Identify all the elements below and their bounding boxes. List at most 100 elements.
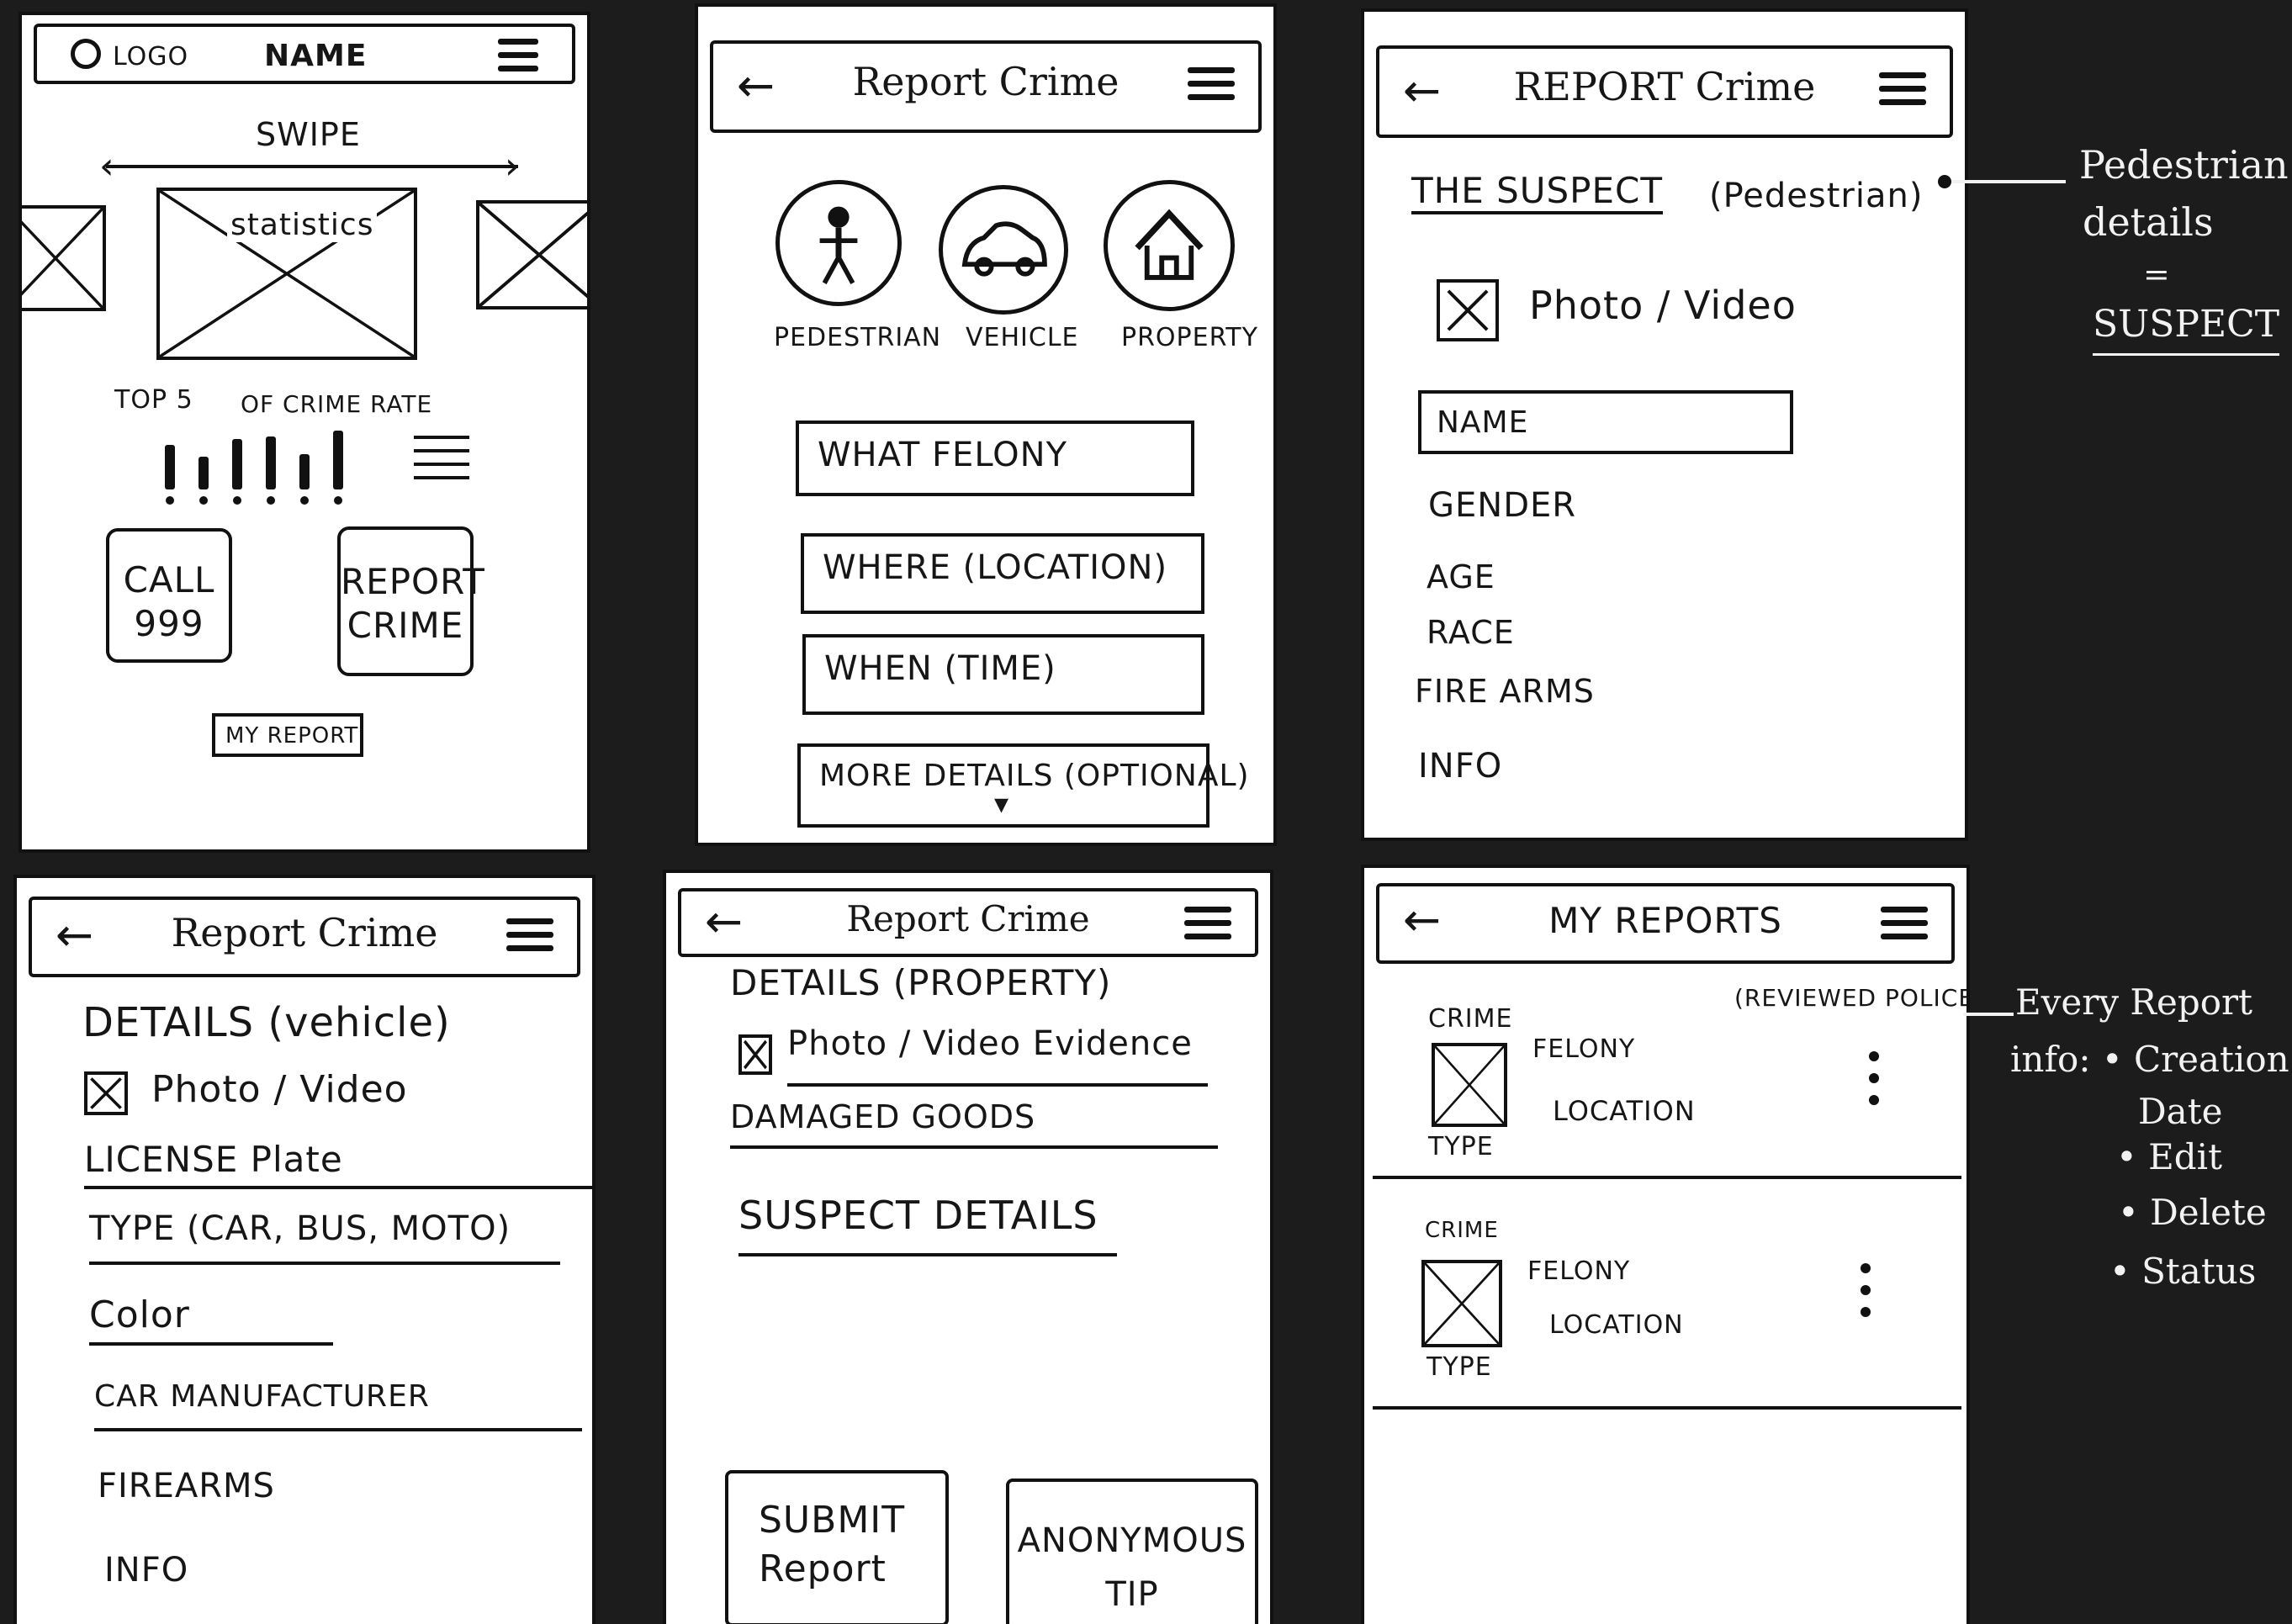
suspect-details-label: SUSPECT DETAILS — [738, 1193, 1098, 1238]
top5-label: TOP 5 — [114, 385, 193, 415]
item-location-label: LOCATION — [1553, 1095, 1696, 1127]
crime-rate-bar-chart[interactable] — [165, 429, 384, 505]
mini-bar — [232, 439, 242, 489]
carousel-next-card[interactable] — [476, 200, 587, 309]
anon-label-2: TIP — [1105, 1575, 1159, 1614]
property-details-screen: ← Report Crime DETAILS (PROPERTY) Photo … — [663, 870, 1273, 1624]
crime-rate-label: OF CRIME RATE — [241, 390, 433, 418]
house-icon — [1135, 209, 1204, 280]
swipe-left-icon[interactable]: ‹ — [99, 145, 114, 188]
firearms-label: FIRE ARMS — [1415, 673, 1595, 710]
photo-evidence-field[interactable]: Photo / Video Evidence — [787, 1024, 1208, 1087]
menu-icon[interactable] — [506, 918, 553, 959]
photo-checkbox[interactable] — [1437, 279, 1499, 341]
vehicle-header: ← Report Crime — [29, 897, 580, 977]
menu-icon[interactable] — [1184, 907, 1231, 947]
more-details-field[interactable]: MORE DETAILS (OPTIONAL) ▾ — [797, 743, 1249, 828]
anonymous-tip-button[interactable]: ANONYMOUS TIP — [1006, 1479, 1258, 1624]
what-felony-field[interactable]: WHAT FELONY — [796, 421, 1194, 496]
photo-checkbox[interactable] — [84, 1071, 128, 1115]
where-location-field[interactable]: WHERE (LOCATION) — [801, 533, 1204, 614]
mini-bar — [198, 457, 209, 489]
vehicle-type-label: TYPE (CAR, BUS, MOTO) — [89, 1209, 511, 1248]
myreports-header: ← MY REPORTS — [1376, 883, 1955, 964]
suspect-annotation-connector — [1948, 180, 2066, 183]
logo-text: LOGO — [113, 42, 189, 71]
gender-label: GENDER — [1428, 486, 1577, 525]
property-header: ← Report Crime — [678, 888, 1258, 957]
home-screen: LOGO NAME SWIPE ‹ › statistics TOP 5 OF … — [19, 12, 590, 853]
name-field[interactable]: NAME — [1418, 390, 1793, 454]
color-field[interactable]: Color — [89, 1293, 333, 1346]
race-label: RACE — [1427, 614, 1515, 651]
mini-bar-dot — [300, 496, 309, 505]
suspect-section-title: THE SUSPECT — [1411, 170, 1664, 214]
item-more-options-icon[interactable] — [1861, 1263, 1872, 1329]
pedestrian-icon — [819, 206, 858, 284]
suspect-section-qualifier: (Pedestrian) — [1709, 177, 1924, 215]
category-vehicle[interactable] — [939, 185, 1068, 315]
report-list-item[interactable]: (REVIEWED POLICE) CRIME TYPE FELONY LOCA… — [1373, 967, 1966, 1179]
menu-icon[interactable] — [498, 39, 538, 79]
vehicle-title: Report Crime — [171, 910, 438, 955]
pedestrian-annotation-line-1: Pedestrian — [2079, 142, 2289, 188]
category-property[interactable] — [1104, 180, 1235, 311]
report-title: Report Crime — [852, 59, 1120, 104]
item-felony-label: FELONY — [1532, 1034, 1636, 1064]
car-manufacturer-field[interactable]: CAR MANUFACTURER — [94, 1379, 582, 1431]
where-location-label: WHERE (LOCATION) — [823, 548, 1168, 587]
age-label: AGE — [1427, 558, 1495, 595]
info-label: INFO — [1418, 747, 1503, 786]
when-time-field[interactable]: WHEN (TIME) — [802, 634, 1204, 715]
report-list-item[interactable]: CRIME TYPE FELONY LOCATION — [1373, 1179, 1961, 1410]
category-pedestrian[interactable] — [775, 180, 902, 306]
myreports-title: MY REPORTS — [1548, 900, 1782, 941]
firearms-label: FIREARMS — [98, 1467, 275, 1505]
logo-circle-icon — [71, 39, 101, 69]
carousel-statistics-card[interactable]: statistics — [156, 188, 417, 360]
mini-bar — [299, 454, 310, 489]
mini-bar — [333, 431, 343, 489]
report-crime-button[interactable]: REPORT CRIME — [337, 526, 484, 676]
item-type-label: TYPE — [1427, 1352, 1492, 1382]
damaged-goods-field[interactable]: DAMAGED GOODS — [730, 1098, 1218, 1149]
list-icon[interactable] — [414, 436, 469, 479]
when-time-label: WHEN (TIME) — [824, 649, 1056, 688]
swipe-right-icon[interactable]: › — [505, 145, 520, 188]
item-crime-label: CRIME — [1428, 1004, 1513, 1034]
mini-bar — [266, 436, 276, 489]
mini-bar-dot — [233, 496, 241, 505]
call-999-button[interactable]: CALL 999 — [106, 528, 232, 663]
photo-checkbox[interactable] — [738, 1034, 772, 1075]
item-thumbnail — [1421, 1260, 1502, 1347]
submit-report-button[interactable]: SUBMIT Report — [725, 1470, 949, 1624]
license-plate-field[interactable]: LICENSE Plate — [84, 1139, 592, 1189]
item-felony-label: FELONY — [1527, 1256, 1631, 1286]
vehicle-type-field[interactable]: TYPE (CAR, BUS, MOTO) — [89, 1209, 560, 1265]
menu-icon[interactable] — [1188, 67, 1235, 108]
reviewed-badge: (REVIEWED POLICE) — [1734, 984, 1970, 1012]
my-report-label: MY REPORT — [225, 723, 359, 749]
suspect-annotation-dot — [1938, 175, 1951, 188]
item-location-label: LOCATION — [1549, 1310, 1684, 1340]
report-header: ← Report Crime — [710, 40, 1262, 133]
reports-annotation-line-2: info: • Creation — [2010, 1039, 2289, 1080]
menu-icon[interactable] — [1881, 907, 1928, 947]
my-reports-screen: ← MY REPORTS (REVIEWED POLICE) CRIME TYP… — [1361, 865, 1970, 1624]
submit-label-2: Report — [759, 1547, 887, 1590]
category-label-property: PROPERTY — [1121, 323, 1258, 352]
home-header: LOGO NAME — [34, 24, 575, 84]
item-more-options-icon[interactable] — [1869, 1051, 1881, 1117]
suspect-details-field[interactable]: SUSPECT DETAILS — [738, 1193, 1117, 1256]
property-title: Report Crime — [846, 898, 1090, 939]
reports-annotation-line-6: • Status — [2109, 1251, 2257, 1292]
report-label-2: CRIME — [347, 605, 464, 646]
name-field-label: NAME — [1437, 405, 1529, 440]
chevron-down-icon[interactable]: ▾ — [994, 787, 1009, 821]
reports-annotation-line-1: Every Report — [2015, 981, 2253, 1023]
menu-icon[interactable] — [1879, 72, 1926, 113]
mini-bar-dot — [199, 496, 208, 505]
carousel-prev-card[interactable] — [22, 205, 106, 311]
swipe-arrow — [106, 165, 518, 168]
my-report-button[interactable]: MY REPORT — [212, 713, 363, 757]
